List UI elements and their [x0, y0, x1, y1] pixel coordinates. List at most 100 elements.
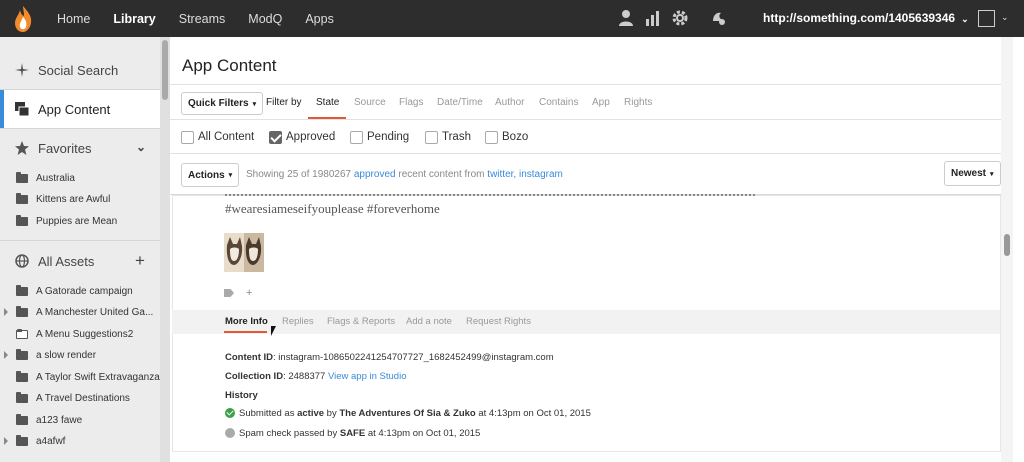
asset-item[interactable]: A Gatorade campaign	[0, 281, 160, 302]
sort-button[interactable]: Newest ▾	[944, 161, 1001, 186]
pending-checkbox[interactable]	[350, 131, 363, 144]
expand-icon[interactable]	[4, 437, 8, 445]
favorite-label: Australia	[36, 173, 75, 184]
flame-logo-icon[interactable]	[12, 5, 34, 33]
folder-icon	[16, 435, 28, 446]
divider	[0, 240, 160, 241]
content-id-label: Content ID	[225, 352, 274, 363]
subtab-request-rights[interactable]: Request Rights	[466, 316, 531, 327]
tab-source[interactable]: Source	[354, 97, 386, 108]
asset-item[interactable]: a123 fawe	[0, 410, 160, 431]
account-chevron-icon[interactable]: ⌄	[1001, 12, 1009, 23]
folder-icon	[16, 172, 28, 183]
sidebar-scrollbar[interactable]	[160, 37, 170, 462]
history-entry: Submitted as active by The Adventures Of…	[239, 408, 591, 419]
expand-icon[interactable]	[4, 351, 8, 359]
favorite-label: Kittens are Awful	[36, 194, 111, 205]
tab-app[interactable]: App	[592, 97, 610, 108]
app-content-icon	[15, 102, 29, 116]
asset-item[interactable]: A Travel Destinations	[0, 388, 160, 409]
history-text: Spam check passed by	[239, 428, 340, 439]
tab-datetime[interactable]: Date/Time	[437, 97, 483, 108]
sidebar-item-all-assets[interactable]: All Assets +	[0, 242, 160, 280]
tab-rights[interactable]: Rights	[624, 97, 652, 108]
history-time: at 4:13pm on Oct 01, 2015	[365, 428, 481, 439]
post-thumbnail[interactable]	[224, 233, 264, 272]
asset-item[interactable]: A Taylor Swift Extravaganza	[0, 367, 160, 388]
favorite-item[interactable]: Kittens are Awful	[0, 189, 160, 210]
favorite-label: Puppies are Mean	[36, 216, 118, 227]
folder-icon	[16, 392, 28, 403]
scrollbar-thumb[interactable]	[1004, 234, 1010, 256]
post-hashtags: #wearesiameseifyouplease #foreverhome	[225, 201, 440, 216]
folder-icon	[16, 193, 28, 204]
filter-by-label: Filter by	[266, 97, 302, 108]
sidebar-item-social-search[interactable]: Social Search	[0, 51, 160, 89]
quick-filters-button[interactable]: Quick Filters ▾	[181, 92, 264, 115]
nav-apps[interactable]: Apps	[305, 12, 334, 26]
subtab-more-info[interactable]: More Info	[225, 316, 268, 327]
main-scrollbar[interactable]	[1001, 37, 1013, 462]
all-content-checkbox[interactable]	[181, 131, 194, 144]
account-box[interactable]	[978, 10, 995, 27]
tab-contains[interactable]: Contains	[539, 97, 578, 108]
add-asset-icon[interactable]: +	[135, 251, 145, 271]
favorite-item[interactable]: Puppies are Mean	[0, 211, 160, 232]
sources-link[interactable]: twitter, instagram	[487, 169, 563, 180]
site-selector[interactable]: http://something.com/1405639346 ⌄	[763, 11, 969, 25]
sidebar-item-app-content[interactable]: App Content	[0, 90, 160, 128]
user-icon[interactable]	[617, 9, 635, 27]
results-count: Showing 25 of 1980267	[246, 169, 352, 180]
gear-icon[interactable]	[671, 9, 689, 27]
nav-library[interactable]: Library	[113, 12, 155, 26]
right-gutter	[1013, 37, 1024, 462]
nav-streams[interactable]: Streams	[179, 12, 226, 26]
site-url: http://something.com/1405639346	[763, 11, 956, 25]
asset-item[interactable]: A Menu Suggestions2	[0, 324, 160, 345]
asset-label: A Menu Suggestions2	[36, 329, 134, 340]
sidebar-item-label: Social Search	[38, 62, 119, 78]
sidebar-item-favorites[interactable]: Favorites ⌄	[0, 129, 160, 167]
expand-icon[interactable]	[4, 308, 8, 316]
nav-modq[interactable]: ModQ	[248, 12, 282, 26]
folder-icon	[16, 349, 28, 360]
view-app-link[interactable]: View app in Studio	[328, 371, 407, 382]
state-link[interactable]: approved	[354, 169, 396, 180]
folder-icon	[16, 414, 28, 425]
tab-author[interactable]: Author	[495, 97, 524, 108]
divider	[170, 84, 1013, 85]
top-bar: Home Library Streams ModQ Apps http://so…	[0, 0, 1024, 37]
asset-label: A Travel Destinations	[36, 393, 130, 404]
favorite-item[interactable]: Australia	[0, 168, 160, 189]
checkbox-label: Pending	[367, 131, 410, 143]
history-state: active	[297, 408, 325, 419]
asset-item[interactable]: A Manchester United Ga...	[0, 302, 160, 323]
bozo-checkbox[interactable]	[485, 131, 498, 144]
subtab-add-note[interactable]: Add a note	[406, 316, 452, 327]
history-checker: SAFE	[339, 428, 366, 439]
asset-item[interactable]: a slow render	[0, 345, 160, 366]
spam-check-icon	[225, 428, 235, 438]
stats-icon[interactable]	[644, 9, 662, 27]
subtab-replies[interactable]: Replies	[282, 316, 314, 327]
sidebar-item-label: All Assets	[38, 253, 95, 269]
notifications-icon[interactable]	[710, 9, 728, 27]
globe-icon	[15, 254, 29, 268]
divider	[170, 119, 1001, 120]
asset-item[interactable]: a4afwf	[0, 431, 160, 452]
scrollbar-thumb[interactable]	[162, 40, 168, 100]
actions-button[interactable]: Actions ▾	[181, 163, 240, 187]
approved-checkbox[interactable]	[269, 131, 282, 144]
subtab-flags-reports[interactable]: Flags & Reports	[327, 316, 395, 327]
nav-home[interactable]: Home	[57, 12, 90, 26]
trash-checkbox[interactable]	[425, 131, 438, 144]
page-title: App Content	[182, 56, 277, 75]
add-tag-icon[interactable]: +	[246, 287, 252, 299]
tab-flags[interactable]: Flags	[399, 97, 423, 108]
sidebar-item-label: Favorites	[38, 140, 92, 156]
asset-label: a123 fawe	[36, 415, 83, 426]
active-subtab-indicator	[224, 331, 267, 333]
chevron-down-icon[interactable]: ⌄	[136, 140, 146, 154]
history-heading: History	[225, 390, 258, 401]
tab-state[interactable]: State	[316, 97, 339, 108]
